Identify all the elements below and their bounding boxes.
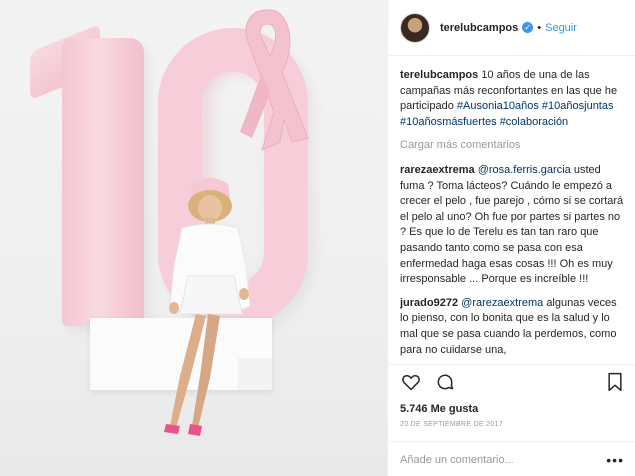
load-more-comments[interactable]: Cargar más comentarios <box>400 138 628 154</box>
add-comment-bar: ••• <box>388 441 635 476</box>
comment-username[interactable]: jurado9272 <box>400 297 458 309</box>
comments-list[interactable]: terelubcampos 10 años de una de las camp… <box>400 68 628 362</box>
comment-username[interactable]: rarezaextrema <box>400 164 475 176</box>
comment-item: jurado9272 @rarezaextrema algunas veces … <box>400 296 628 358</box>
separator-dot: • <box>537 21 542 34</box>
post-actions: 5.746 Me gusta 20 DE SEPTIEMBRE DE 2017 … <box>388 364 635 476</box>
woman-figure <box>164 178 251 436</box>
post-header: terelubcampos ✓ • Seguir <box>388 0 635 56</box>
heart-icon[interactable] <box>400 371 422 393</box>
pink-ribbon-icon <box>240 9 309 151</box>
post-sidebar: terelubcampos ✓ • Seguir terelubcampos 1… <box>387 0 635 476</box>
caption: terelubcampos 10 años de una de las camp… <box>400 68 628 130</box>
comment-icon[interactable] <box>434 371 456 393</box>
ellipsis-icon[interactable]: ••• <box>606 452 624 468</box>
follow-button[interactable]: Seguir <box>545 22 577 34</box>
verified-badge-icon: ✓ <box>522 22 534 33</box>
action-icons <box>400 371 456 393</box>
hashtag-link[interactable]: #Ausonia10años <box>457 100 539 112</box>
comment-input[interactable] <box>400 453 600 466</box>
caption-username[interactable]: terelubcampos <box>400 69 478 81</box>
hashtag-link[interactable]: #colaboración <box>500 116 569 128</box>
hashtag-link[interactable]: #10añosmásfuertes <box>400 116 497 128</box>
comment-text: usted fuma ? Toma lácteos? Cuándo le emp… <box>400 163 624 286</box>
header-username[interactable]: terelubcampos <box>440 22 518 34</box>
likes-count[interactable]: 5.746 Me gusta <box>400 403 478 415</box>
avatar[interactable] <box>400 12 430 43</box>
hashtag-link[interactable]: #10añosjuntas <box>542 100 614 112</box>
instagram-post: terelubcampos ✓ • Seguir terelubcampos 1… <box>0 0 635 476</box>
comment-item: rarezaextrema @rosa.ferris.garcia usted … <box>400 163 628 288</box>
bookmark-icon[interactable] <box>604 371 626 393</box>
comment-mention[interactable]: @rosa.ferris.garcia <box>478 164 571 176</box>
comment-mention[interactable]: @rarezaextrema <box>461 297 543 309</box>
post-date[interactable]: 20 DE SEPTIEMBRE DE 2017 <box>400 421 503 428</box>
numeral-one <box>62 38 144 326</box>
post-photo[interactable] <box>0 0 387 476</box>
